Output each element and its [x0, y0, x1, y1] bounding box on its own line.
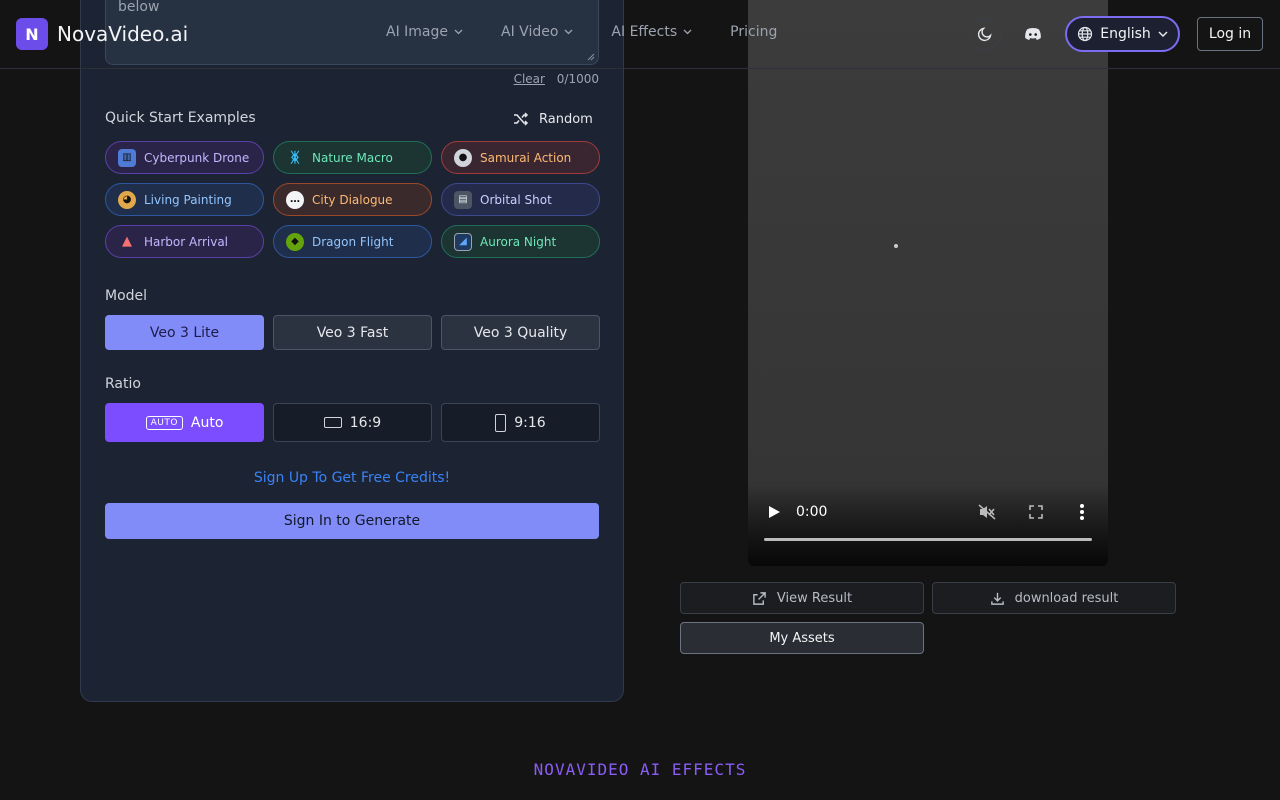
- more-vertical-icon[interactable]: [1078, 502, 1086, 522]
- chip-label: Cyberpunk Drone: [144, 150, 250, 165]
- chip-label: Aurora Night: [480, 234, 557, 249]
- landscape-ratio-icon: [323, 417, 342, 428]
- example-orbital-shot[interactable]: ▤ Orbital Shot: [441, 183, 600, 216]
- example-city-dialogue[interactable]: … City Dialogue: [273, 183, 432, 216]
- model-option-veo-3-fast[interactable]: Veo 3 Fast: [273, 315, 432, 350]
- model-title: Model: [105, 288, 148, 304]
- view-result-button[interactable]: View Result: [680, 582, 924, 614]
- play-icon[interactable]: [766, 502, 782, 522]
- prompt-meta-row: Clear 0/1000: [105, 72, 599, 90]
- video-time: 0:00: [796, 504, 828, 520]
- cityscape-icon: ▥: [118, 148, 136, 167]
- chip-label: Nature Macro: [312, 150, 393, 165]
- download-icon: [990, 592, 1004, 605]
- fullscreen-icon[interactable]: [1028, 504, 1044, 520]
- video-player[interactable]: 0:00: [748, 0, 1108, 566]
- chevron-down-icon: [564, 29, 573, 35]
- chip-label: City Dialogue: [312, 192, 393, 207]
- example-harbor-arrival[interactable]: ▲ Harbor Arrival: [105, 225, 264, 258]
- model-options: Veo 3 Lite Veo 3 Fast Veo 3 Quality: [105, 315, 600, 350]
- external-link-icon: [753, 591, 766, 605]
- dragon-icon: ◆: [286, 232, 304, 251]
- brand-logo[interactable]: N NovaVideo.ai: [16, 18, 188, 50]
- video-controls: 0:00: [748, 486, 1108, 566]
- chip-label: Dragon Flight: [312, 234, 394, 249]
- effects-section-title: NOVAVIDEO AI EFFECTS: [533, 760, 747, 779]
- example-samurai-action[interactable]: ● Samurai Action: [441, 141, 600, 174]
- signup-credits-link[interactable]: Sign Up To Get Free Credits!: [105, 470, 599, 486]
- butterfly-icon: ᛤ: [290, 149, 300, 166]
- theme-toggle-button[interactable]: [969, 18, 1001, 50]
- chip-label: Harbor Arrival: [144, 234, 229, 249]
- char-count: 0/1000: [556, 72, 599, 86]
- nav-pricing[interactable]: Pricing: [730, 24, 777, 40]
- example-living-painting[interactable]: ◕ Living Painting: [105, 183, 264, 216]
- ratio-option-16-9[interactable]: 16:9: [273, 403, 432, 442]
- globe-icon: [1078, 26, 1093, 42]
- muted-speaker-icon[interactable]: [978, 504, 996, 520]
- examples-grid: ▥ Cyberpunk Drone ᛤ Nature Macro ● Samur…: [105, 141, 600, 258]
- nav-label: AI Image: [386, 24, 449, 40]
- speech-bubble-icon: …: [286, 190, 304, 209]
- model-option-veo-3-lite[interactable]: Veo 3 Lite: [105, 315, 264, 350]
- auto-badge: AUTO: [145, 415, 183, 430]
- chevron-down-icon: [683, 29, 692, 35]
- download-result-label: download result: [1014, 590, 1119, 606]
- brand-name: NovaVideo.ai: [57, 22, 189, 46]
- ratio-label: Auto: [190, 414, 224, 431]
- example-aurora-night[interactable]: ◢ Aurora Night: [441, 225, 600, 258]
- example-dragon-flight[interactable]: ◆ Dragon Flight: [273, 225, 432, 258]
- nav-label: Pricing: [730, 24, 778, 40]
- sign-in-generate-button[interactable]: Sign In to Generate: [105, 503, 599, 539]
- shuffle-icon: [514, 112, 529, 126]
- language-label: English: [1100, 26, 1151, 42]
- ratio-title: Ratio: [105, 376, 141, 392]
- nav-ai-image[interactable]: AI Image: [386, 24, 463, 40]
- nav-ai-video[interactable]: AI Video: [501, 24, 573, 40]
- palette-icon: ◕: [118, 190, 136, 209]
- clear-button[interactable]: Clear: [514, 72, 545, 86]
- chip-label: Orbital Shot: [480, 192, 552, 207]
- chip-label: Living Painting: [144, 192, 232, 207]
- my-assets-button[interactable]: My Assets: [680, 622, 924, 654]
- nav-label: AI Effects: [611, 24, 678, 40]
- samurai-icon: ●: [454, 148, 472, 167]
- model-option-veo-3-quality[interactable]: Veo 3 Quality: [441, 315, 600, 350]
- logo-mark: N: [16, 18, 48, 50]
- ratio-option-9-16[interactable]: 9:16: [441, 403, 600, 442]
- ratio-label: 9:16: [514, 414, 546, 431]
- view-result-label: View Result: [776, 590, 853, 606]
- sailboat-icon: ▲: [122, 234, 132, 249]
- random-label: Random: [539, 111, 593, 127]
- login-button[interactable]: Log in: [1197, 17, 1263, 51]
- random-button[interactable]: Random: [513, 108, 593, 130]
- chevron-down-icon: [454, 29, 463, 35]
- moon-icon: [977, 27, 992, 42]
- video-progress-bar[interactable]: [764, 538, 1092, 541]
- ratio-option-auto[interactable]: AUTO Auto: [105, 403, 264, 442]
- example-nature-macro[interactable]: ᛤ Nature Macro: [273, 141, 432, 174]
- discord-icon: [1025, 28, 1041, 40]
- discord-button[interactable]: [1017, 18, 1049, 50]
- download-result-button[interactable]: download result: [932, 582, 1176, 614]
- chevron-down-icon: [1158, 31, 1168, 37]
- chip-label: Samurai Action: [480, 150, 572, 165]
- nav-label: AI Video: [501, 24, 559, 40]
- portrait-ratio-icon: [495, 413, 507, 432]
- main-nav: AI Image AI Video AI Effects Pricing: [386, 24, 777, 40]
- loading-dot: [894, 244, 898, 248]
- top-header: N NovaVideo.ai AI Image AI Video AI Effe…: [0, 0, 1280, 69]
- nav-ai-effects[interactable]: AI Effects: [611, 24, 692, 40]
- language-select[interactable]: English: [1065, 16, 1180, 52]
- examples-title: Quick Start Examples: [105, 110, 256, 126]
- night-landscape-icon: ◢: [454, 232, 472, 251]
- generator-panel: [80, 0, 624, 702]
- clapper-icon: ▤: [454, 190, 472, 209]
- ratio-label: 16:9: [349, 414, 382, 431]
- ratio-options: AUTO Auto 16:9 9:16: [105, 403, 600, 442]
- example-cyberpunk-drone[interactable]: ▥ Cyberpunk Drone: [105, 141, 264, 174]
